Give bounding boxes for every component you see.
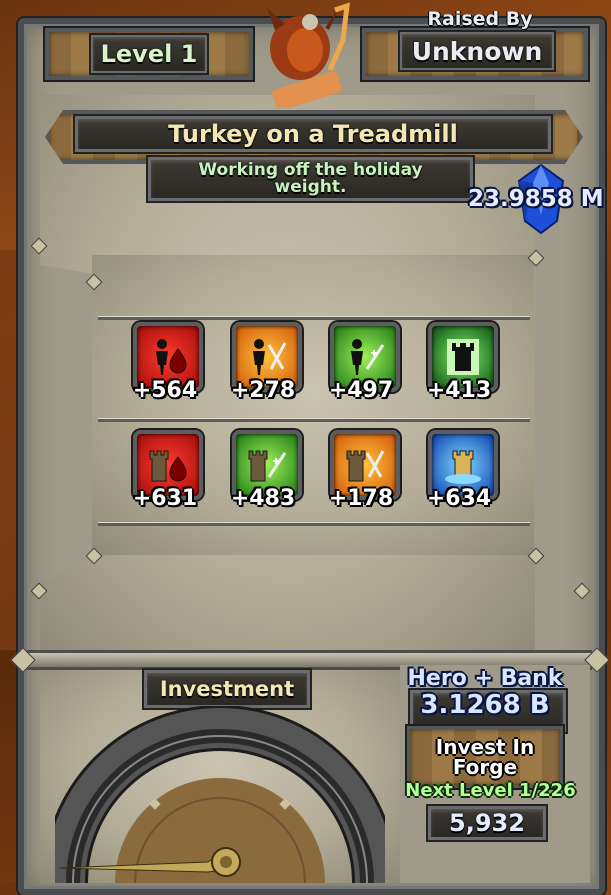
- turkey-treadmill-icon: [267, 2, 350, 111]
- stat-value: +497: [328, 378, 394, 403]
- hero-description: Working off the holiday weight.: [148, 157, 473, 201]
- forge-cost: 5,932: [428, 806, 546, 840]
- stat-value: +564: [132, 378, 198, 403]
- gem-value: 23.9858 M: [468, 186, 604, 212]
- investment-label: Investment: [144, 670, 310, 708]
- raised-by-label: Raised By: [427, 8, 533, 30]
- invest-label-2: Forge: [452, 755, 518, 779]
- stats-divider: [98, 418, 530, 422]
- bank-value: 3.1268 B: [420, 690, 550, 720]
- hero-portrait[interactable]: [255, 0, 355, 111]
- stat-value: +631: [132, 486, 198, 511]
- level-plate: Level 1: [45, 28, 253, 80]
- stat-value: +413: [426, 378, 492, 403]
- invest-label-1: Invest In: [435, 735, 535, 759]
- stat-value: +278: [230, 378, 296, 403]
- next-level-label: Next Level 1/226: [405, 780, 576, 801]
- invest-forge-button[interactable]: Invest In Forge: [407, 726, 563, 788]
- level-label: Level 1: [91, 35, 207, 73]
- stats-divider: [98, 522, 530, 526]
- bank-label: Hero + Bank: [407, 666, 563, 691]
- stat-value: +634: [426, 486, 492, 511]
- stat-value: +483: [230, 486, 296, 511]
- hero-name: Turkey on a Treadmill: [75, 116, 551, 152]
- stats-divider: [98, 316, 530, 320]
- raised-by-value: Unknown: [400, 32, 554, 70]
- gauge-needle-icon: [58, 840, 248, 880]
- stat-value: +178: [328, 486, 394, 511]
